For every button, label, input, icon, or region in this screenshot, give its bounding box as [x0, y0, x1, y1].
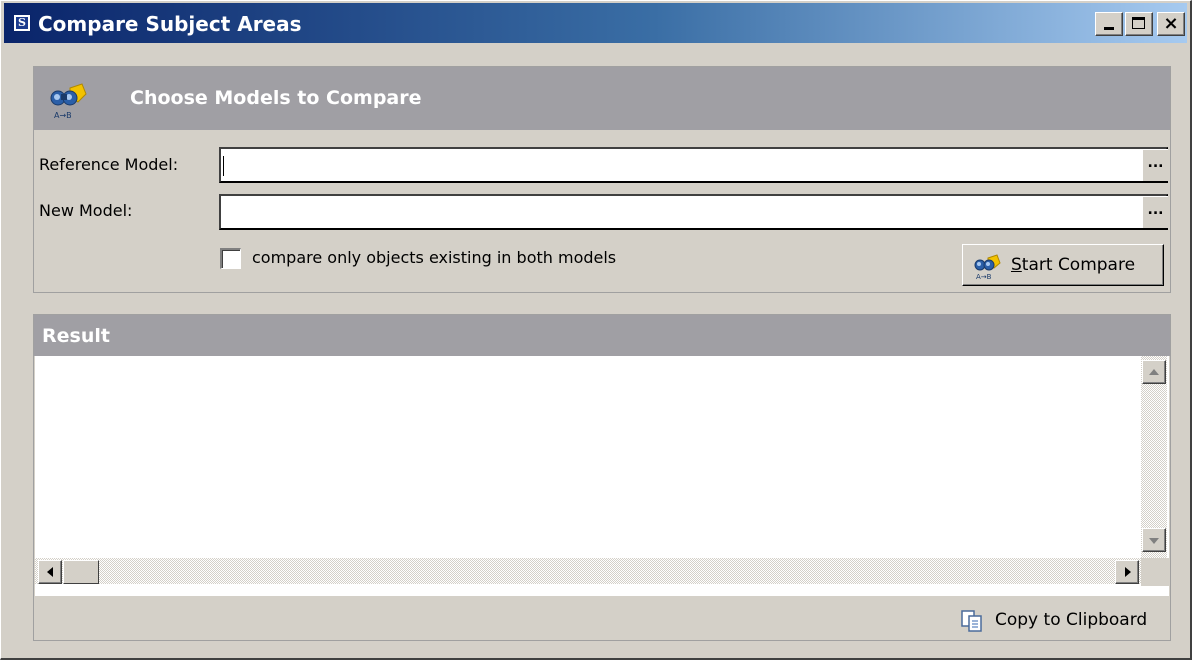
reference-model-label: Reference Model: [39, 155, 179, 174]
maximize-icon [1132, 17, 1145, 29]
minimize-button[interactable] [1095, 12, 1123, 36]
scroll-down-button[interactable] [1142, 528, 1166, 552]
reference-model-browse-button[interactable]: ... [1142, 149, 1168, 181]
binoculars-compare-icon: A→B [50, 83, 87, 120]
binoculars-compare-icon: A→B [974, 254, 1001, 281]
minimize-icon [1104, 27, 1114, 30]
compare-existing-label[interactable]: compare only objects existing in both mo… [252, 248, 616, 267]
horizontal-scrollbar[interactable] [35, 558, 1141, 584]
copy-to-clipboard-label: Copy to Clipboard [995, 610, 1148, 630]
compare-existing-checkbox[interactable] [220, 248, 241, 269]
copy-clipboard-icon [961, 610, 982, 632]
arrow-up-icon [1149, 369, 1159, 375]
result-title: Result [42, 325, 110, 347]
horizontal-scroll-thumb[interactable] [63, 560, 99, 584]
new-model-browse-button[interactable]: ... [1142, 196, 1168, 228]
reference-model-input[interactable] [219, 147, 1168, 183]
copy-to-clipboard-button[interactable]: Copy to Clipboard [954, 605, 1168, 637]
icon-caption: A→B [976, 273, 992, 281]
close-button[interactable]: × [1157, 12, 1185, 36]
start-compare-label: Start Compare [1011, 255, 1136, 275]
choose-models-panel: A→B Choose Models to Compare Reference M… [33, 66, 1171, 293]
icon-caption: A→B [54, 111, 72, 120]
new-model-label: New Model: [39, 201, 133, 220]
arrow-right-icon [1125, 567, 1131, 577]
title-bar[interactable]: S Compare Subject Areas × [4, 3, 1187, 43]
compare-subject-areas-window: S Compare Subject Areas × A→B Choose Mod… [0, 0, 1192, 660]
app-icon[interactable]: S [13, 14, 31, 32]
window-title: Compare Subject Areas [38, 12, 302, 36]
choose-models-header: A→B Choose Models to Compare [34, 67, 1170, 130]
scrollbar-corner [1141, 558, 1169, 586]
start-compare-button[interactable]: A→B Start Compare [962, 244, 1164, 286]
scroll-left-button[interactable] [38, 560, 62, 584]
scroll-up-button[interactable] [1142, 360, 1166, 384]
new-model-input[interactable] [219, 194, 1168, 230]
scroll-right-button[interactable] [1115, 560, 1139, 584]
result-text-area[interactable] [35, 356, 1169, 596]
text-caret [223, 156, 224, 176]
arrow-down-icon [1149, 538, 1159, 544]
app-icon-letter: S [16, 17, 28, 29]
result-header: Result [34, 315, 1170, 356]
result-panel: Result Copy to Clipboard [33, 314, 1171, 641]
arrow-left-icon [47, 567, 53, 577]
maximize-button[interactable] [1125, 12, 1153, 36]
choose-models-title: Choose Models to Compare [130, 87, 422, 109]
close-icon: × [1163, 13, 1179, 34]
